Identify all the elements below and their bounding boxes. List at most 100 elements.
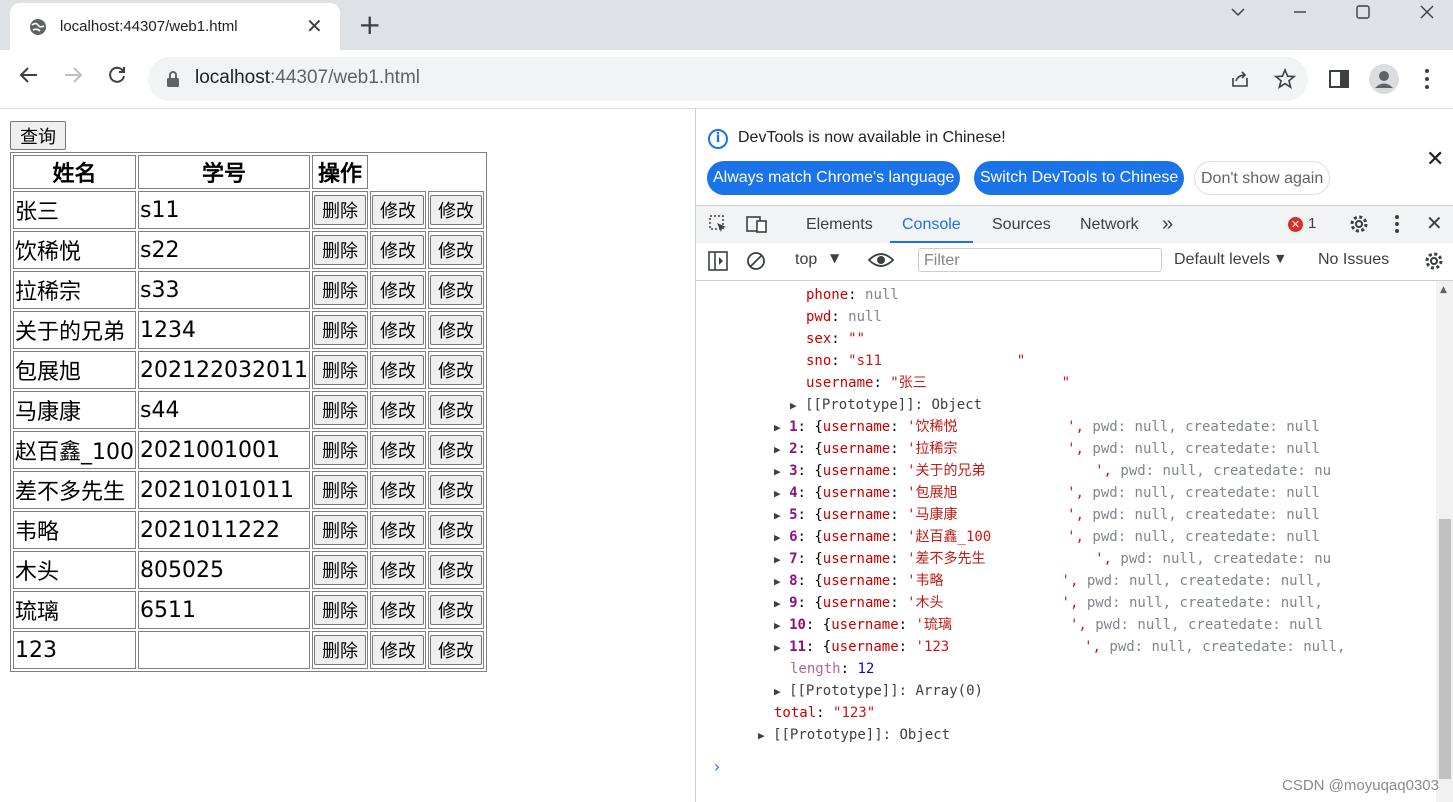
expand-triangle-icon[interactable]: ▶ xyxy=(774,443,781,456)
delete-button[interactable]: 删除 xyxy=(313,315,366,345)
edit-button[interactable]: 修改 xyxy=(371,555,424,585)
expand-triangle-icon[interactable]: ▶ xyxy=(774,575,781,588)
lock-icon[interactable] xyxy=(166,70,180,88)
tab-sources[interactable]: Sources xyxy=(992,206,1051,243)
console-array-entry[interactable]: ▶ 9: {username: '木头 ', pwd: null, create… xyxy=(774,592,1323,615)
minimize-icon[interactable] xyxy=(1280,4,1320,24)
delete-button[interactable]: 删除 xyxy=(313,635,366,665)
back-icon[interactable] xyxy=(12,58,46,92)
tab-network[interactable]: Network xyxy=(1080,206,1139,243)
delete-button[interactable]: 删除 xyxy=(313,555,366,585)
sidebar-toggle-icon[interactable] xyxy=(708,251,728,271)
levels-dropdown-icon[interactable]: ▼ xyxy=(1276,252,1284,265)
console-array-entry[interactable]: ▶ 11: {username: '123 ', pwd: null, crea… xyxy=(774,636,1345,659)
clear-console-icon[interactable] xyxy=(746,251,766,271)
edit-button-2[interactable]: 修改 xyxy=(429,435,482,465)
console-array-entry[interactable]: ▶ 7: {username: '差不多先生 ', pwd: null, cre… xyxy=(774,548,1331,571)
console-line-prototype-array[interactable]: ▶ [[Prototype]]: Array(0) xyxy=(774,680,983,703)
edit-button-2[interactable]: 修改 xyxy=(429,515,482,545)
window-close-icon[interactable] xyxy=(1407,4,1447,24)
delete-button[interactable]: 删除 xyxy=(313,515,366,545)
switch-to-chinese-button[interactable]: Switch DevTools to Chinese xyxy=(974,161,1185,195)
error-count[interactable]: 1 xyxy=(1308,215,1316,232)
edit-button-2[interactable]: 修改 xyxy=(429,555,482,585)
more-tabs-icon[interactable]: » xyxy=(1162,206,1173,243)
console-settings-icon[interactable] xyxy=(1423,250,1445,272)
delete-button[interactable]: 删除 xyxy=(313,275,366,305)
share-icon[interactable] xyxy=(1230,69,1250,89)
devtools-close-icon[interactable]: ✕ xyxy=(1426,211,1443,235)
reload-icon[interactable] xyxy=(100,58,134,92)
console-prompt-icon[interactable]: › xyxy=(712,756,722,778)
edit-button[interactable]: 修改 xyxy=(371,275,424,305)
scrollbar-thumb[interactable] xyxy=(1439,519,1451,779)
context-dropdown-icon[interactable]: ▼ xyxy=(830,251,839,265)
edit-button-2[interactable]: 修改 xyxy=(429,635,482,665)
edit-button[interactable]: 修改 xyxy=(371,435,424,465)
issues-counter[interactable]: No Issues xyxy=(1318,251,1389,269)
address-bar[interactable]: localhost:44307/web1.html xyxy=(148,57,1308,101)
expand-triangle-icon[interactable]: ▶ xyxy=(774,641,781,654)
edit-button[interactable]: 修改 xyxy=(371,395,424,425)
edit-button-2[interactable]: 修改 xyxy=(429,195,482,225)
expand-triangle-icon[interactable]: ▶ xyxy=(774,619,781,632)
settings-gear-icon[interactable] xyxy=(1348,213,1370,235)
profile-avatar-icon[interactable] xyxy=(1369,64,1399,94)
inspect-element-icon[interactable] xyxy=(708,214,728,234)
expand-triangle-icon[interactable]: ▶ xyxy=(774,553,781,566)
edit-button-2[interactable]: 修改 xyxy=(429,475,482,505)
edit-button-2[interactable]: 修改 xyxy=(429,275,482,305)
edit-button[interactable]: 修改 xyxy=(371,515,424,545)
tab-close-icon[interactable]: ✕ xyxy=(306,15,323,37)
delete-button[interactable]: 删除 xyxy=(313,435,366,465)
edit-button-2[interactable]: 修改 xyxy=(429,315,482,345)
delete-button[interactable]: 删除 xyxy=(313,195,366,225)
expand-triangle-icon[interactable]: ▶ xyxy=(774,509,781,522)
expand-triangle-icon[interactable]: ▶ xyxy=(774,487,781,500)
expand-triangle-icon[interactable]: ▶ xyxy=(774,531,781,544)
console-scrollbar[interactable]: ▲ xyxy=(1436,281,1453,802)
console-array-entry[interactable]: ▶ 4: {username: '包展旭 ', pwd: null, creat… xyxy=(774,482,1320,505)
edit-button-2[interactable]: 修改 xyxy=(429,395,482,425)
bookmark-star-icon[interactable] xyxy=(1274,68,1296,90)
live-expression-eye-icon[interactable] xyxy=(868,251,894,269)
side-panel-icon[interactable] xyxy=(1329,70,1349,88)
console-line-prototype-object[interactable]: ▶ [[Prototype]]: Object xyxy=(790,394,982,417)
edit-button[interactable]: 修改 xyxy=(371,595,424,625)
tab-elements[interactable]: Elements xyxy=(806,206,873,243)
expand-triangle-icon[interactable]: ▶ xyxy=(774,421,781,434)
edit-button[interactable]: 修改 xyxy=(371,475,424,505)
console-array-entry[interactable]: ▶ 2: {username: '拉稀宗 ', pwd: null, creat… xyxy=(774,438,1320,461)
console-array-entry[interactable]: ▶ 6: {username: '赵百鑫_100 ', pwd: null, c… xyxy=(774,526,1320,549)
new-tab-icon[interactable]: + xyxy=(358,10,381,40)
delete-button[interactable]: 删除 xyxy=(313,595,366,625)
maximize-icon[interactable] xyxy=(1343,4,1383,24)
edit-button[interactable]: 修改 xyxy=(371,195,424,225)
delete-button[interactable]: 删除 xyxy=(313,475,366,505)
expand-triangle-icon[interactable]: ▶ xyxy=(774,597,781,610)
delete-button[interactable]: 删除 xyxy=(313,355,366,385)
browser-menu-icon[interactable] xyxy=(1424,68,1430,94)
always-match-language-button[interactable]: Always match Chrome's language xyxy=(707,161,961,195)
edit-button-2[interactable]: 修改 xyxy=(429,235,482,265)
console-array-entry[interactable]: ▶ 10: {username: '琉璃 ', pwd: null, creat… xyxy=(774,614,1323,637)
device-toolbar-icon[interactable] xyxy=(746,214,768,234)
console-array-entry[interactable]: ▶ 3: {username: '关于的兄弟 ', pwd: null, cre… xyxy=(774,460,1331,483)
devtools-menu-icon[interactable] xyxy=(1394,214,1400,234)
console-array-entry[interactable]: ▶ 5: {username: '马康康 ', pwd: null, creat… xyxy=(774,504,1320,527)
query-button[interactable]: 查询 xyxy=(10,121,66,150)
console-array-entry[interactable]: ▶ 8: {username: '韦略 ', pwd: null, create… xyxy=(774,570,1323,593)
scroll-up-icon[interactable]: ▲ xyxy=(1440,285,1447,295)
expand-triangle-icon[interactable]: ▶ xyxy=(774,465,781,478)
edit-button-2[interactable]: 修改 xyxy=(429,355,482,385)
console-array-entry[interactable]: ▶ 1: {username: '饮稀悦 ', pwd: null, creat… xyxy=(774,416,1320,439)
edit-button[interactable]: 修改 xyxy=(371,635,424,665)
browser-tab[interactable]: localhost:44307/web1.html ✕ xyxy=(10,3,340,50)
edit-button[interactable]: 修改 xyxy=(371,235,424,265)
delete-button[interactable]: 删除 xyxy=(313,235,366,265)
infobar-close-icon[interactable]: ✕ xyxy=(1426,147,1444,172)
context-selector[interactable]: top xyxy=(795,251,817,269)
delete-button[interactable]: 删除 xyxy=(313,395,366,425)
tab-console[interactable]: Console xyxy=(890,206,973,243)
dont-show-again-button[interactable]: Don't show again xyxy=(1194,161,1331,195)
